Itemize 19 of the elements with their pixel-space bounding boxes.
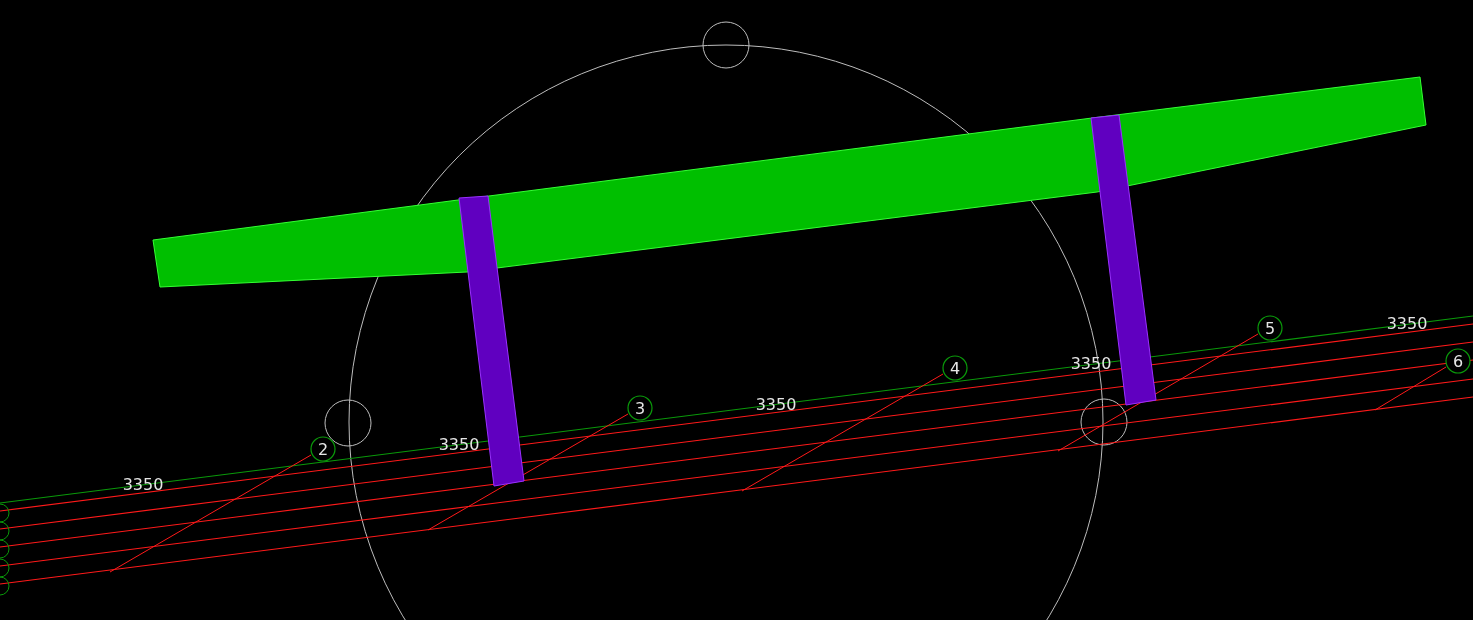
dimension-label: 3350: [438, 435, 480, 454]
grid-label: 6: [1452, 352, 1464, 371]
grid-bubble: [0, 503, 10, 523]
grid-bubble: [1257, 315, 1283, 341]
grid-bubble: [310, 436, 336, 462]
dimension-label: 3350: [122, 475, 164, 494]
dimension-label: 3350: [1386, 314, 1428, 333]
dimension-label: 3350: [755, 395, 797, 414]
grid-label: 3: [634, 399, 646, 418]
grid-bubble: [0, 521, 10, 541]
grid-bubble: [0, 539, 10, 559]
grid-label: 4: [949, 359, 961, 378]
grid-bubble: [627, 395, 653, 421]
grid-label: 2: [317, 440, 329, 459]
grid-bubble: [0, 558, 10, 578]
dimension-label: 3350: [1070, 354, 1112, 373]
grid-bubble: [0, 576, 10, 596]
grid-bubble: [942, 355, 968, 381]
grid-label: 5: [1264, 319, 1276, 338]
